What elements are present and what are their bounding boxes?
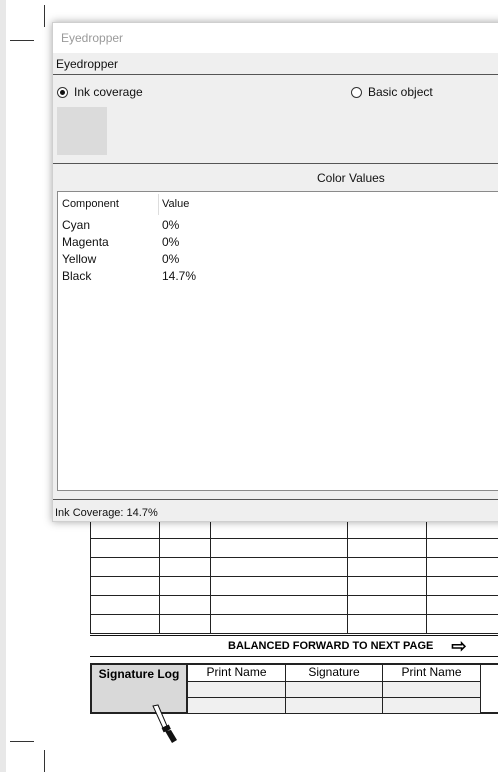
signature-column: Print Name	[188, 665, 286, 713]
ink-coverage-label: Ink coverage	[74, 85, 143, 99]
signature-column-header: Print Name	[383, 665, 480, 682]
radio-selected-icon	[57, 86, 68, 98]
crop-mark	[10, 40, 34, 41]
color-values-list[interactable]: Component Value Cyan 0% Magenta 0% Yello…	[57, 191, 498, 491]
crop-mark	[10, 741, 34, 742]
signature-column-header: Signature	[286, 665, 382, 682]
mode-radio-group: Ink coverage Basic object	[53, 75, 498, 105]
balanced-forward-text: BALANCED FORWARD TO NEXT PAGE	[228, 640, 434, 652]
signature-column: Print Name	[383, 665, 481, 713]
balanced-forward-row: BALANCED FORWARD TO NEXT PAGE ⇨	[90, 635, 498, 657]
column-header-component[interactable]: Component	[62, 198, 119, 210]
table-row	[90, 595, 498, 615]
component-name: Yellow	[62, 252, 97, 266]
eyedropper-dialog: Eyedropper Eyedropper Ink coverage Basic…	[52, 22, 498, 522]
crop-mark	[44, 750, 45, 772]
basic-object-label: Basic object	[368, 85, 433, 99]
column-divider	[158, 194, 159, 215]
basic-object-radio[interactable]: Basic object	[351, 85, 433, 99]
signature-column: Signature	[286, 665, 383, 713]
eyedropper-cursor-icon	[152, 704, 177, 743]
color-values-header: Color Values	[53, 163, 498, 190]
ink-coverage-status: Ink Coverage: 14.7%	[55, 507, 158, 519]
dialog-title[interactable]: Eyedropper	[53, 23, 498, 53]
component-name: Magenta	[62, 235, 109, 249]
left-gutter	[0, 0, 6, 772]
table-row	[90, 557, 498, 577]
component-name: Black	[62, 269, 92, 283]
radio-unselected-icon	[351, 86, 362, 98]
component-value: 0%	[162, 218, 180, 232]
section-label: Eyedropper	[53, 53, 498, 75]
table-row	[90, 576, 498, 596]
color-swatch	[57, 107, 107, 155]
arrow-right-icon: ⇨	[451, 636, 467, 656]
component-value: 0%	[162, 235, 180, 249]
status-separator	[53, 499, 498, 500]
column-header-value[interactable]: Value	[162, 198, 189, 210]
component-value: 14.7%	[162, 269, 197, 283]
crop-mark	[44, 5, 45, 27]
component-name: Cyan	[62, 218, 91, 232]
table-row	[90, 614, 498, 634]
signature-column-header: Print Name	[188, 665, 285, 682]
component-value: 0%	[162, 252, 180, 266]
table-row	[90, 538, 498, 558]
ink-coverage-radio[interactable]: Ink coverage	[57, 85, 143, 99]
table-row	[90, 519, 498, 539]
